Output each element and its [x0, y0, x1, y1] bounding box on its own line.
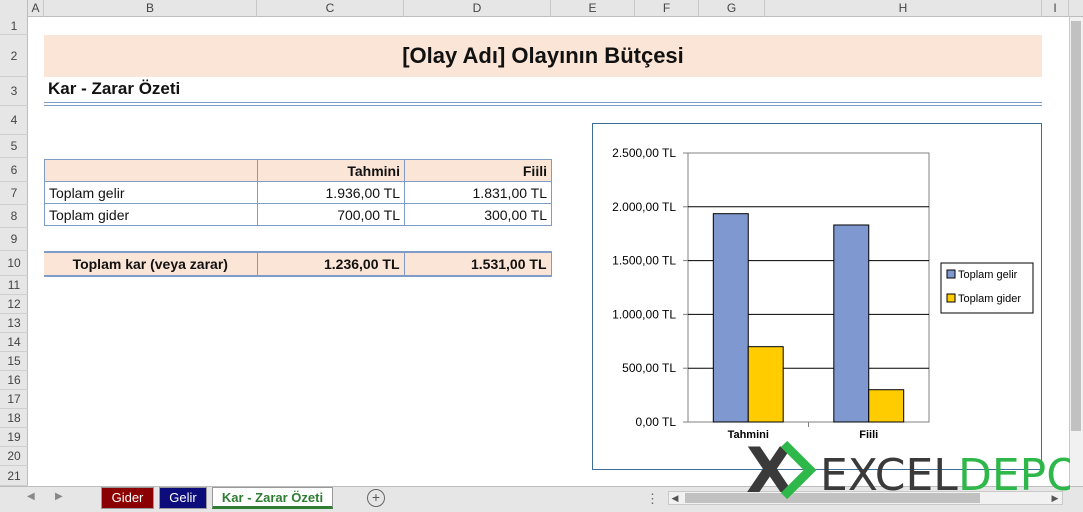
legend-swatch	[946, 269, 956, 279]
scroll-left-arrow-icon[interactable]: ◀	[669, 492, 681, 504]
subtitle-divider	[44, 102, 1042, 103]
y-tick-label: 1.500,00 TL	[612, 254, 676, 268]
row-header-3[interactable]: 3	[0, 77, 28, 106]
subtitle-divider	[44, 105, 1042, 106]
legend-swatch	[946, 293, 956, 303]
value-cell[interactable]: 700,00 TL	[257, 203, 405, 226]
legend-entry: Toplam gider	[958, 293, 1021, 305]
y-tick-label: 1.000,00 TL	[612, 307, 676, 321]
row-header-5[interactable]: 5	[0, 135, 28, 158]
total-tahmini-cell[interactable]: 1.236,00 TL	[257, 251, 405, 277]
row-header-13[interactable]: 13	[0, 314, 28, 333]
row-header-4[interactable]: 4	[0, 106, 28, 135]
column-header-h[interactable]: H	[765, 0, 1042, 17]
value-cell[interactable]: 1.936,00 TL	[257, 181, 405, 204]
tab-scroll-left-icon[interactable]: ◀	[27, 491, 35, 502]
row-header-21[interactable]: 21	[0, 466, 28, 486]
logo-text-excel: EXCEL	[820, 450, 958, 501]
bar-toplam-gider	[747, 346, 784, 423]
row-header-1[interactable]: 1	[0, 17, 28, 35]
column-header-c[interactable]: C	[257, 0, 404, 17]
row-header-9[interactable]: 9	[0, 228, 28, 251]
value-cell[interactable]: 1.831,00 TL	[404, 181, 552, 204]
y-tick-label: 2.500,00 TL	[612, 146, 676, 160]
row-header-8[interactable]: 8	[0, 205, 28, 228]
header-cell-tahmini[interactable]: Tahmini	[257, 159, 405, 182]
row-header-20[interactable]: 20	[0, 447, 28, 466]
column-header-b[interactable]: B	[44, 0, 257, 17]
row-header-17[interactable]: 17	[0, 390, 28, 409]
y-tick-label: 0,00 TL	[636, 415, 677, 429]
column-header-e[interactable]: E	[551, 0, 635, 17]
tab-gelir[interactable]: Gelir	[159, 487, 207, 509]
summary-table: Tahmini Fiili Toplam gelir 1.936,00 TL 1…	[44, 159, 552, 226]
budget-bar-chart[interactable]: 0,00 TL 500,00 TL 1.000,00 TL 1.500,00 TL 2.…	[592, 123, 1042, 470]
exceldepo-logo: X EXCEL DEPO	[746, 436, 1070, 504]
column-header-d[interactable]: D	[404, 0, 551, 17]
total-row: Toplam kar (veya zarar) 1.236,00 TL 1.53…	[44, 251, 552, 277]
y-tick-label: 2.000,00 TL	[612, 200, 676, 214]
header-cell-fiili[interactable]: Fiili	[404, 159, 552, 182]
tab-gider[interactable]: Gider	[101, 487, 154, 509]
add-sheet-icon[interactable]: +	[367, 489, 385, 507]
tab-kar-zarar-ozeti[interactable]: Kar - Zarar Özeti	[212, 487, 333, 509]
logo-text-depo: DEPO	[958, 450, 1070, 501]
row-header-11[interactable]: 11	[0, 276, 28, 295]
row-header-2[interactable]: 2	[0, 35, 28, 77]
column-header-i[interactable]: I	[1042, 0, 1069, 17]
vertical-scroll-thumb[interactable]	[1071, 21, 1081, 431]
column-header-f[interactable]: F	[635, 0, 699, 17]
row-header-bar: 1 2 3 4 5 6 7 8 9 10 11 12 13 14 15 16 1…	[0, 17, 28, 486]
row-header-6[interactable]: 6	[0, 158, 28, 182]
row-header-19[interactable]: 19	[0, 428, 28, 447]
column-header-g[interactable]: G	[699, 0, 765, 17]
row-header-7[interactable]: 7	[0, 182, 28, 205]
row-header-18[interactable]: 18	[0, 409, 28, 428]
bar-toplam-gider	[868, 389, 905, 423]
bar-toplam-gelir	[833, 224, 870, 423]
table-header-row: Tahmini Fiili	[44, 159, 552, 182]
column-header-bar: A B C D E F G H I	[0, 0, 1083, 17]
row-label-cell[interactable]: Toplam gider	[44, 203, 258, 226]
bar-toplam-gelir	[712, 213, 749, 423]
sheet-title[interactable]: [Olay Adı] Olayının Bütçesi	[44, 35, 1042, 77]
table-row: Toplam gelir 1.936,00 TL 1.831,00 TL	[44, 181, 552, 204]
row-header-16[interactable]: 16	[0, 371, 28, 390]
more-options-icon[interactable]: ⋮	[646, 491, 659, 507]
row-header-10[interactable]: 10	[0, 251, 28, 276]
tab-scroll-right-icon[interactable]: ▶	[55, 491, 63, 502]
total-label-cell[interactable]: Toplam kar (veya zarar)	[44, 251, 258, 277]
y-tick-label: 500,00 TL	[622, 361, 676, 375]
table-row: Toplam gider 700,00 TL 300,00 TL	[44, 203, 552, 226]
select-all-corner[interactable]	[0, 0, 28, 17]
row-header-15[interactable]: 15	[0, 352, 28, 371]
legend-entry: Toplam gelir	[958, 269, 1018, 281]
header-cell-blank[interactable]	[44, 159, 258, 182]
row-header-14[interactable]: 14	[0, 333, 28, 352]
total-table: Toplam kar (veya zarar) 1.236,00 TL 1.53…	[44, 251, 552, 277]
row-label-cell[interactable]: Toplam gelir	[44, 181, 258, 204]
sheet-subtitle[interactable]: Kar - Zarar Özeti	[48, 79, 180, 99]
value-cell[interactable]: 300,00 TL	[404, 203, 552, 226]
column-header-a[interactable]: A	[28, 0, 44, 17]
row-header-12[interactable]: 12	[0, 295, 28, 314]
total-fiili-cell[interactable]: 1.531,00 TL	[404, 251, 552, 277]
